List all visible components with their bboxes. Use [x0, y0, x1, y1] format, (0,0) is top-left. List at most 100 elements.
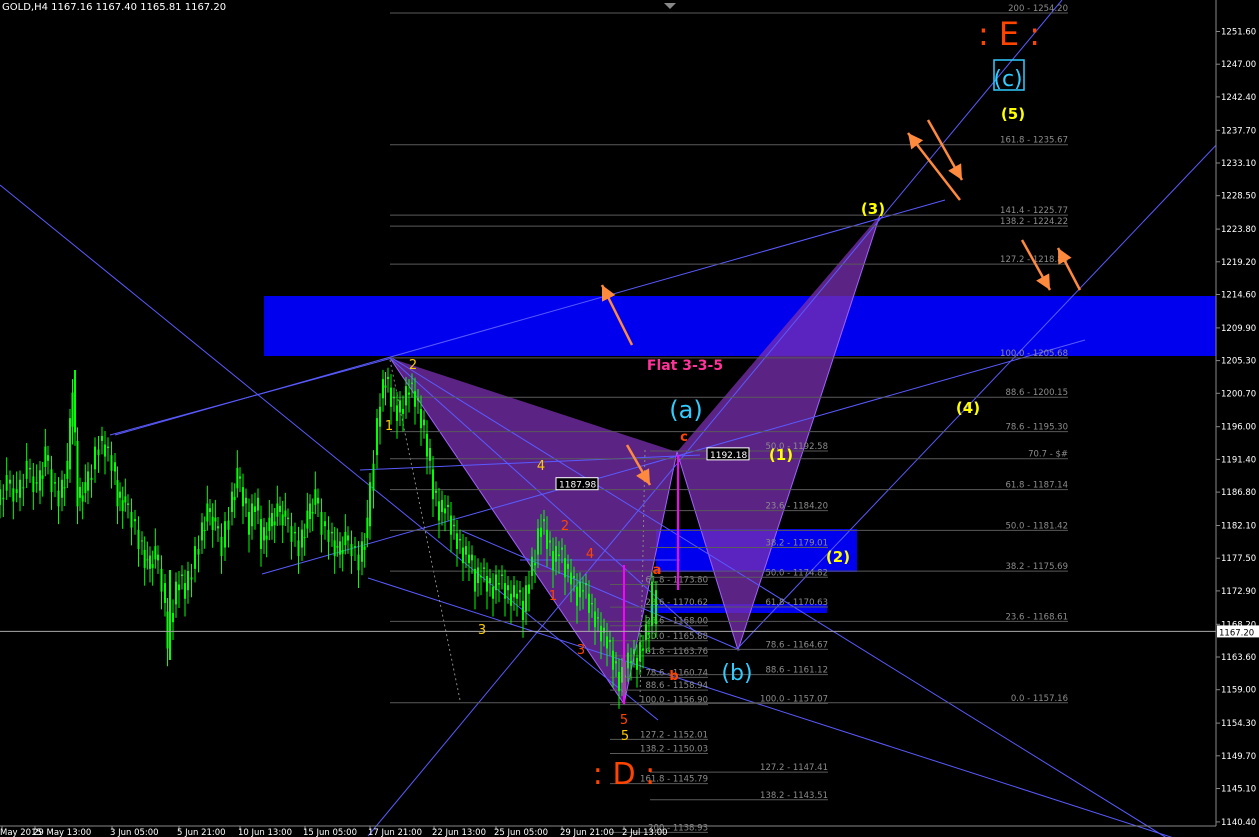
candle-body	[2, 497, 5, 500]
candle-body	[50, 469, 53, 493]
trend-line	[109, 357, 393, 436]
fib-right-label: 23.6 - 1168.61	[1005, 612, 1068, 622]
candle-body	[119, 491, 121, 498]
candle-body	[124, 496, 127, 503]
candle-body	[146, 559, 149, 561]
fib-right-label: 161.8 - 1235.67	[1000, 136, 1068, 146]
candle-body	[606, 636, 608, 649]
candle-body	[363, 546, 366, 550]
y-tick-label: 1209.90	[1221, 324, 1256, 334]
candle-body	[341, 549, 344, 554]
orange-arrow	[907, 132, 961, 201]
wave-label: (5)	[1001, 105, 1025, 123]
candle-body	[339, 541, 341, 555]
candle-body	[273, 521, 276, 526]
candle-body	[489, 578, 491, 584]
fib-mid-label: 38.2 - 1179.01	[765, 538, 828, 548]
candle-body	[63, 487, 66, 489]
candle-body	[116, 480, 119, 507]
wave-label: 4	[537, 459, 545, 474]
candle-body	[576, 586, 578, 606]
candle-body	[570, 572, 572, 585]
candle-body	[376, 418, 378, 456]
fib-right-label: 38.2 - 1175.69	[1005, 562, 1068, 572]
fib-right-label: 88.6 - 1200.15	[1005, 388, 1068, 398]
wave-label: 2	[409, 358, 417, 373]
candle-body	[309, 503, 311, 520]
candle-body	[336, 546, 339, 548]
fib-mid-label: 78.6 - 1164.67	[765, 640, 828, 650]
candle-body	[101, 435, 103, 441]
wave-label: a	[653, 563, 662, 578]
candle-body	[172, 612, 174, 623]
y-tick-label: 1177.50	[1221, 554, 1256, 564]
candle-body	[276, 503, 279, 517]
candle-body	[429, 448, 431, 461]
candle-body	[263, 527, 265, 541]
candle-body	[465, 546, 467, 555]
candle-body	[19, 479, 21, 498]
fib-mid-label: 61.8 - 1170.63	[765, 598, 828, 608]
x-tick-label: 29 May 13:00	[33, 828, 91, 837]
fib-right-label: 50.0 - 1181.42	[1005, 521, 1068, 531]
fib-right-label: 0.0 - 1157.16	[1011, 694, 1068, 704]
candle-body	[540, 527, 542, 537]
candle-body	[651, 581, 653, 626]
candle-body	[459, 539, 461, 541]
candle-body	[35, 482, 38, 484]
y-tick-label: 1247.00	[1221, 60, 1256, 70]
candle-body	[81, 495, 84, 502]
candle-body	[513, 585, 515, 598]
candle-body	[90, 477, 93, 481]
fib-mid-label: 88.6 - 1161.12	[765, 666, 828, 676]
candle-body	[594, 611, 596, 628]
candle-body	[627, 652, 629, 669]
candle-body	[76, 440, 79, 507]
candle-body	[534, 563, 536, 566]
wave-label: c	[680, 430, 688, 445]
candle-body	[15, 489, 18, 494]
candle-body	[366, 517, 369, 539]
wave-label: 5	[620, 713, 628, 728]
candle-body	[411, 382, 413, 385]
candle-body	[320, 511, 323, 535]
candle-body	[609, 639, 611, 643]
candle-body	[519, 590, 521, 593]
candle-body	[57, 490, 60, 507]
candle-body	[197, 548, 200, 555]
candle-body	[483, 567, 485, 569]
candle-body	[441, 499, 443, 512]
candle-body	[480, 575, 482, 578]
y-tick-label: 1182.10	[1221, 522, 1256, 532]
candle-body	[224, 521, 226, 548]
candle-body	[474, 568, 476, 592]
candle-body	[130, 511, 133, 528]
fib-right-label: 61.8 - 1187.14	[1005, 481, 1068, 491]
candle-body	[426, 433, 428, 457]
candle-body	[450, 515, 452, 535]
candle-body	[447, 504, 449, 508]
y-tick-label: 1191.40	[1221, 455, 1256, 465]
current-price-tag: 1167.20	[1219, 628, 1254, 638]
fib-left-label: 138.2 - 1150.03	[640, 744, 708, 754]
candle-body	[166, 611, 169, 649]
x-tick-label: 25 Jun 05:00	[494, 828, 548, 837]
candle-body	[184, 583, 186, 599]
candle-body	[396, 405, 398, 422]
fib-right-label: 100.0 - 1205.68	[1000, 349, 1068, 359]
orange-arrow	[1056, 247, 1082, 291]
fib-mid-label: 23.6 - 1184.20	[765, 502, 828, 512]
price-chart[interactable]: 61.8 - 1173.8023.6 - 1170.6223.6 - 1168.…	[0, 0, 1259, 837]
candle-body	[444, 508, 446, 514]
candle-body	[227, 520, 230, 530]
orange-arrow	[926, 119, 964, 181]
candle-body	[29, 467, 31, 470]
candle-body	[239, 476, 241, 479]
candle-body	[294, 531, 296, 534]
candle-body	[405, 386, 407, 406]
candle-body	[71, 392, 74, 427]
candle-body	[22, 487, 25, 489]
x-tick-label: 29 Jun 21:00	[560, 828, 614, 837]
y-tick-label: 1200.70	[1221, 389, 1256, 399]
candle-body	[236, 467, 239, 489]
